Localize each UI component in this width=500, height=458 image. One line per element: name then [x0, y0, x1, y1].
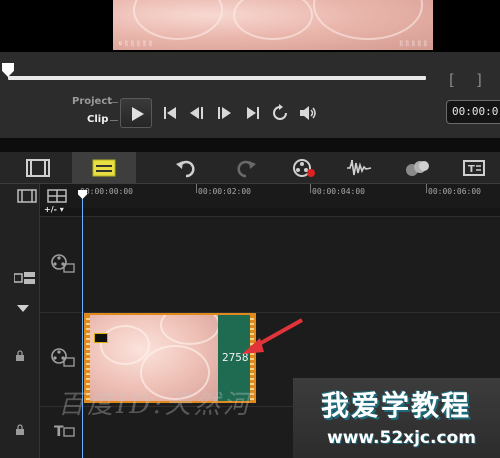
annotation-arrow-icon	[242, 318, 303, 354]
expand-tracks-icon[interactable]	[17, 298, 29, 317]
ruler-tick	[310, 184, 311, 193]
ruler-label: 00:00:06:00	[428, 187, 481, 196]
preview-caption-left: © ░ ░ ░ ░ ░	[119, 41, 153, 47]
project-mode-label[interactable]: Project	[72, 96, 112, 107]
storyboard-view-button[interactable]	[12, 156, 64, 180]
play-button[interactable]	[120, 98, 152, 128]
timeline-view-icon	[92, 159, 116, 177]
mode-connector	[110, 120, 118, 121]
repeat-icon[interactable]	[270, 104, 290, 122]
clip-mode-label[interactable]: Clip	[87, 114, 108, 125]
timecode-display[interactable]: 00:00:0	[446, 100, 500, 124]
storyboard-view-icon	[26, 159, 50, 177]
sound-mixer-icon[interactable]	[346, 158, 372, 178]
watermark-logo: 我爱学教程 www.52xjc.com	[293, 378, 500, 458]
lock-icon[interactable]	[14, 424, 26, 436]
time-ruler[interactable]: 00:00:00:00 00:00:02:00 00:00:04:00 00:0…	[40, 184, 500, 208]
video-track-icon	[50, 253, 76, 273]
previous-frame-icon[interactable]	[187, 104, 207, 122]
player-controls: [ ] Project Clip 00:00:0	[0, 52, 500, 138]
ruler-tick	[196, 184, 197, 193]
lock-icon[interactable]	[14, 350, 26, 362]
volume-icon[interactable]	[298, 104, 318, 122]
track-manager-icon[interactable]	[13, 270, 36, 289]
redo-icon[interactable]	[234, 158, 258, 178]
watermark-url: www.52xjc.com	[327, 428, 476, 448]
ruler-label: 00:00:02:00	[198, 187, 251, 196]
mode-connector	[110, 102, 118, 103]
svg-text:T: T	[468, 164, 475, 175]
timeline-toolbar: T	[0, 152, 500, 184]
watermark-title: 我爱学教程	[321, 389, 472, 422]
clip-effect-badge-icon	[94, 333, 108, 343]
go-to-end-icon[interactable]	[243, 104, 263, 122]
preview-window: © ░ ░ ░ ░ ░ ░ ░ ░ ░ ░	[0, 0, 500, 52]
title-track-icon: T	[50, 421, 76, 441]
preview-caption-right: ░ ░ ░ ░ ░	[399, 41, 427, 47]
ruler-tick	[426, 184, 427, 193]
track-header-column	[0, 184, 40, 458]
mark-out-button[interactable]: ]	[476, 71, 482, 89]
add-remove-track-button[interactable]: +/- ▾	[44, 205, 64, 214]
ruler-label: 00:00:00:00	[80, 187, 133, 196]
record-capture-icon[interactable]	[292, 158, 316, 178]
auto-music-icon[interactable]	[404, 158, 429, 178]
timeline-view-button[interactable]	[72, 152, 136, 184]
title-icon[interactable]: T	[462, 158, 486, 178]
preview-image: © ░ ░ ░ ░ ░ ░ ░ ░ ░ ░	[113, 0, 433, 50]
panel-divider	[0, 138, 500, 152]
fit-project-icon[interactable]	[17, 188, 37, 207]
go-to-start-icon[interactable]	[160, 104, 180, 122]
svg-text:T: T	[54, 424, 64, 440]
overlay-track-icon	[50, 347, 76, 367]
scrub-handle[interactable]	[2, 63, 14, 77]
watermark-text-left: 百度ID:天然河	[58, 390, 252, 420]
play-icon	[132, 107, 144, 121]
mark-in-button[interactable]: [	[449, 71, 455, 89]
undo-icon[interactable]	[174, 158, 198, 178]
next-frame-icon[interactable]	[214, 104, 234, 122]
scrub-bar[interactable]	[8, 76, 426, 80]
ruler-label: 00:00:04:00	[312, 187, 365, 196]
video-track-row[interactable]	[40, 216, 500, 312]
